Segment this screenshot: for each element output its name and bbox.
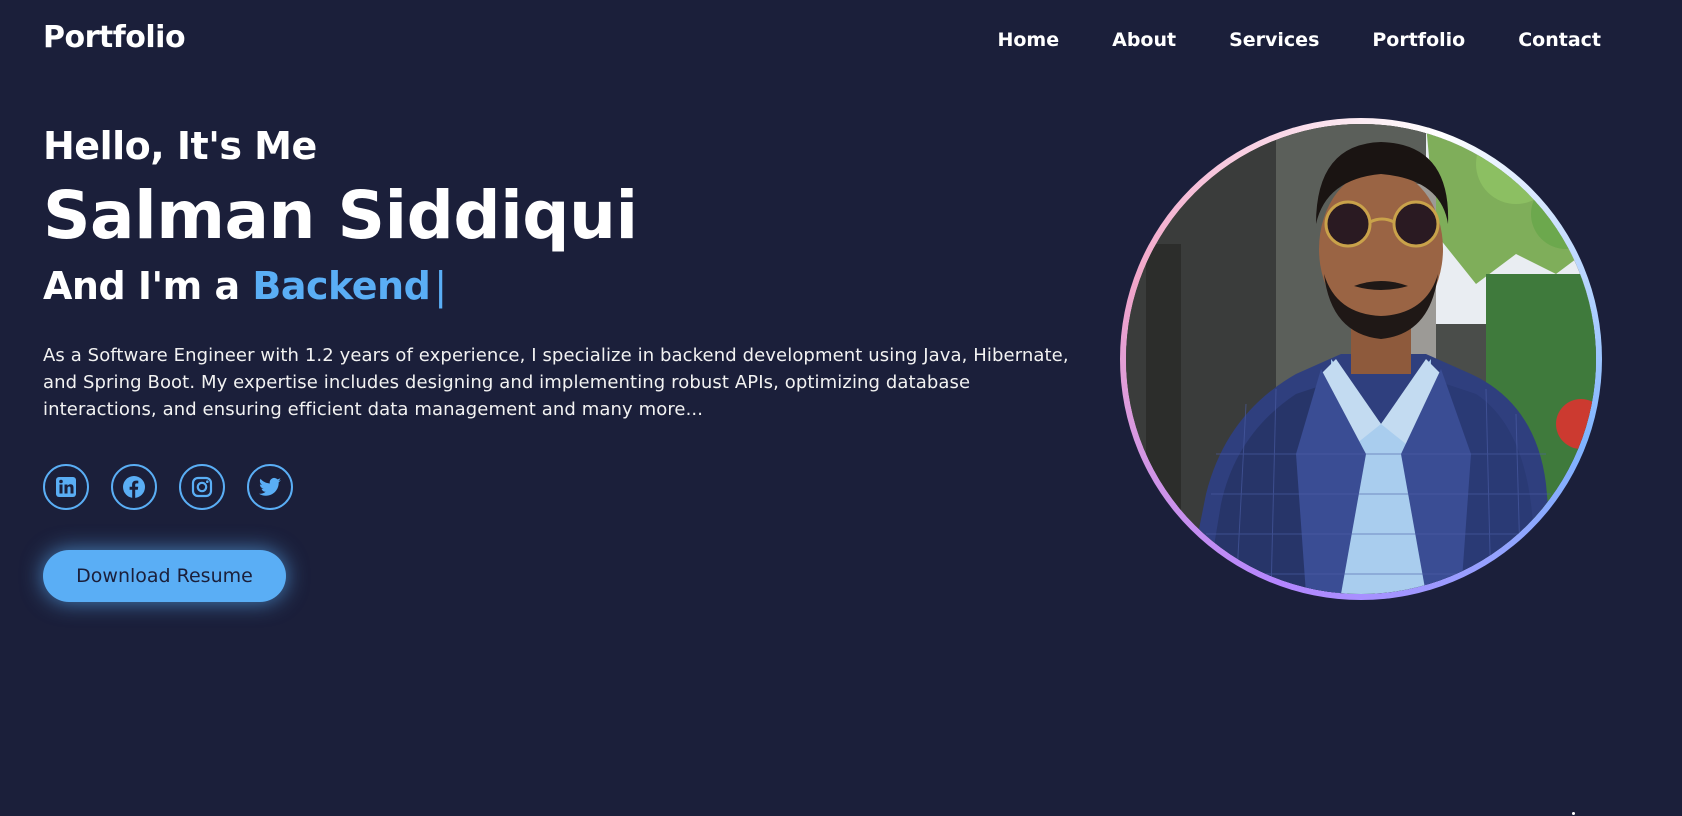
header: Portfolio Home About Services Portfolio …	[0, 0, 1682, 82]
typing-cursor: |	[434, 264, 447, 308]
instagram-link[interactable]	[179, 464, 225, 510]
nav-home[interactable]: Home	[997, 28, 1059, 52]
download-resume-button[interactable]: Download Resume	[43, 550, 286, 602]
nav-portfolio[interactable]: Portfolio	[1372, 28, 1465, 52]
role-highlight: Backend	[252, 264, 431, 308]
nav-contact[interactable]: Contact	[1518, 28, 1601, 52]
hero-section: Hello, It's Me Salman Siddiqui And I'm a…	[43, 118, 1103, 441]
name-heading: Salman Siddiqui	[43, 177, 638, 254]
main-nav: Home About Services Portfolio Contact	[997, 28, 1601, 52]
greeting-heading: Hello, It's Me	[43, 124, 317, 168]
page: Portfolio Home About Services Portfolio …	[0, 0, 1682, 816]
linkedin-icon	[54, 475, 78, 499]
instagram-icon	[190, 475, 214, 499]
hero-description: As a Software Engineer with 1.2 years of…	[43, 345, 1069, 420]
facebook-link[interactable]	[111, 464, 157, 510]
profile-photo	[1126, 124, 1596, 594]
facebook-icon	[122, 475, 146, 499]
profile-image-frame	[1120, 118, 1602, 600]
twitter-link[interactable]	[247, 464, 293, 510]
nav-about[interactable]: About	[1112, 28, 1176, 52]
linkedin-link[interactable]	[43, 464, 89, 510]
role-heading: And I'm a Backend |	[43, 258, 1103, 314]
twitter-icon	[258, 475, 282, 499]
logo-link[interactable]: Portfolio	[43, 20, 186, 55]
role-prefix: And I'm a	[43, 264, 240, 308]
nav-services[interactable]: Services	[1229, 28, 1319, 52]
social-links	[43, 464, 315, 510]
decorative-dot	[1572, 812, 1575, 815]
